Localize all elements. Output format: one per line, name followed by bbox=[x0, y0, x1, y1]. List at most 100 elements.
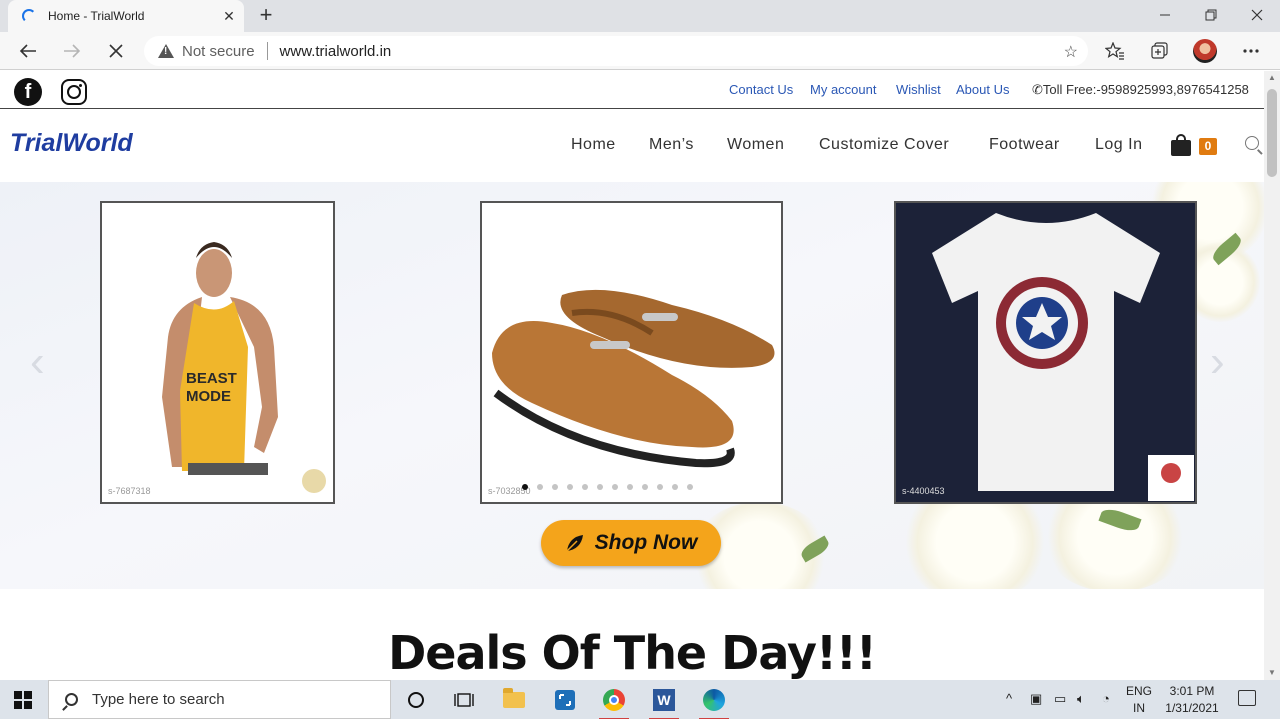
battery-icon[interactable]: ▭ bbox=[1054, 691, 1066, 707]
my-account-link[interactable]: My account bbox=[810, 82, 876, 97]
nav-home[interactable]: Home bbox=[571, 136, 616, 154]
collections-icon[interactable] bbox=[1147, 38, 1173, 64]
url-text[interactable]: www.trialworld.in bbox=[280, 43, 392, 60]
scroll-up-icon[interactable]: ▲ bbox=[1267, 73, 1277, 83]
snipping-tool-icon[interactable] bbox=[548, 684, 582, 716]
taskbar-search-placeholder: Type here to search bbox=[92, 691, 225, 708]
windows-taskbar: Type here to search W ^ ▣ ▭ 🔈︎ ◔ ENG IN … bbox=[0, 680, 1280, 719]
slider-dot-9[interactable] bbox=[642, 484, 648, 490]
language-indicator[interactable]: ENG IN bbox=[1126, 683, 1152, 717]
slider-dot-7[interactable] bbox=[612, 484, 618, 490]
tank-print-line2: MODE bbox=[186, 388, 231, 405]
notification-icon[interactable] bbox=[1238, 690, 1256, 706]
site-logo[interactable]: TrialWorld bbox=[10, 129, 133, 158]
file-explorer-icon[interactable] bbox=[497, 684, 531, 716]
address-separator bbox=[266, 42, 268, 60]
slider-dot-1[interactable] bbox=[522, 484, 528, 490]
tshirt-image bbox=[932, 213, 1194, 501]
wishlist-link[interactable]: Wishlist bbox=[896, 82, 941, 97]
tab-close-icon[interactable]: ✕ bbox=[218, 5, 240, 27]
favorites-icon[interactable] bbox=[1102, 38, 1128, 64]
page-scrollbar[interactable]: ▲ ▼ bbox=[1264, 71, 1280, 680]
word-icon[interactable]: W bbox=[647, 684, 681, 719]
search-icon[interactable] bbox=[1245, 136, 1259, 150]
tab-strip: Home - TrialWorld ✕ + bbox=[0, 0, 1280, 32]
show-hidden-icons[interactable]: ^ bbox=[1006, 691, 1012, 706]
back-arrow-icon[interactable] bbox=[14, 37, 42, 65]
warning-icon bbox=[158, 44, 174, 58]
leaf-icon bbox=[566, 535, 583, 552]
top-info-strip: f Contact Us My account Wishlist About U… bbox=[0, 71, 1264, 109]
slider-dot-4[interactable] bbox=[567, 484, 573, 490]
window-close-icon[interactable] bbox=[1234, 0, 1280, 30]
product-card-loafers[interactable]: s-7032850 bbox=[480, 201, 783, 504]
taskbar-search-box[interactable]: Type here to search bbox=[48, 680, 391, 719]
nav-customize-cover[interactable]: Customize Cover bbox=[819, 136, 949, 154]
product-card-tshirt[interactable]: s-4400453 bbox=[894, 201, 1197, 504]
edge-icon[interactable] bbox=[697, 684, 731, 719]
contact-us-link[interactable]: Contact Us bbox=[729, 82, 793, 97]
search-icon bbox=[65, 693, 78, 706]
slider-dot-6[interactable] bbox=[597, 484, 603, 490]
slider-dot-12[interactable] bbox=[687, 484, 693, 490]
about-us-link[interactable]: About Us bbox=[956, 82, 1009, 97]
loafers-image bbox=[492, 289, 775, 468]
toll-free-text: Toll Free:-9598925993,8976541258 bbox=[1042, 82, 1249, 97]
scrollbar-thumb[interactable] bbox=[1267, 89, 1277, 177]
wifi-icon[interactable]: ◔ bbox=[1102, 691, 1110, 706]
shop-now-button[interactable]: Shop Now bbox=[541, 520, 721, 566]
slider-pagination bbox=[522, 484, 693, 490]
profile-avatar[interactable] bbox=[1193, 39, 1217, 63]
stop-loading-icon[interactable] bbox=[102, 37, 130, 65]
cart-icon[interactable] bbox=[1171, 134, 1193, 156]
region-code: IN bbox=[1133, 701, 1145, 715]
hero-slider: ‹ › BEAST MODE s-7687318 s-7032850 s-440… bbox=[0, 182, 1264, 589]
tank-top-model-image: BEAST MODE bbox=[162, 242, 326, 493]
facebook-icon[interactable]: f bbox=[14, 78, 42, 106]
nav-log-in[interactable]: Log In bbox=[1095, 136, 1142, 154]
slider-dot-5[interactable] bbox=[582, 484, 588, 490]
clock-time: 3:01 PM bbox=[1169, 684, 1215, 698]
more-options-icon[interactable] bbox=[1238, 38, 1264, 64]
add-favorite-icon[interactable]: ☆ bbox=[1064, 42, 1078, 62]
minimize-icon[interactable] bbox=[1142, 0, 1188, 30]
tank-print-line1: BEAST bbox=[186, 370, 237, 387]
chrome-icon[interactable] bbox=[597, 684, 631, 719]
slider-dot-8[interactable] bbox=[627, 484, 633, 490]
instagram-icon[interactable] bbox=[61, 79, 87, 105]
volume-icon[interactable]: 🔈︎ bbox=[1077, 691, 1085, 707]
new-tab-button[interactable]: + bbox=[254, 4, 278, 28]
browser-toolbar: Not secure www.trialworld.in ☆ bbox=[0, 32, 1280, 70]
security-status[interactable]: Not secure bbox=[182, 43, 255, 60]
web-page: f Contact Us My account Wishlist About U… bbox=[0, 71, 1264, 680]
nav-mens[interactable]: Men’s bbox=[649, 136, 694, 154]
slider-next-icon[interactable]: › bbox=[1210, 337, 1225, 387]
tab-home[interactable]: Home - TrialWorld ✕ bbox=[8, 0, 244, 32]
nav-women[interactable]: Women bbox=[727, 136, 784, 154]
meet-now-icon[interactable]: ▣ bbox=[1030, 691, 1042, 707]
cortana-icon[interactable] bbox=[399, 684, 433, 716]
product-code: s-7687318 bbox=[108, 486, 151, 496]
slider-dot-2[interactable] bbox=[537, 484, 543, 490]
restore-icon[interactable] bbox=[1188, 0, 1234, 30]
slider-dot-10[interactable] bbox=[657, 484, 663, 490]
system-clock[interactable]: 3:01 PM 1/31/2021 bbox=[1162, 683, 1222, 717]
product-card-tanktop[interactable]: BEAST MODE s-7687318 bbox=[100, 201, 335, 504]
clock-date: 1/31/2021 bbox=[1165, 701, 1219, 715]
address-bar[interactable]: Not secure www.trialworld.in ☆ bbox=[144, 36, 1088, 66]
site-header: TrialWorld Home Men’s Women Customize Co… bbox=[0, 110, 1264, 182]
slider-prev-icon[interactable]: ‹ bbox=[30, 337, 45, 387]
forward-arrow-icon[interactable] bbox=[58, 37, 86, 65]
toll-free-info: ✆Toll Free:-9598925993,8976541258 bbox=[1032, 82, 1249, 98]
nav-footwear[interactable]: Footwear bbox=[989, 136, 1060, 154]
cart-count-badge: 0 bbox=[1199, 138, 1217, 155]
product-code: s-4400453 bbox=[902, 486, 945, 496]
slider-dot-3[interactable] bbox=[552, 484, 558, 490]
slider-dot-11[interactable] bbox=[672, 484, 678, 490]
loading-spinner-icon bbox=[22, 9, 36, 23]
windows-start-icon[interactable] bbox=[14, 691, 32, 709]
language-code: ENG bbox=[1126, 684, 1153, 698]
task-view-icon[interactable] bbox=[447, 684, 481, 716]
scroll-down-icon[interactable]: ▼ bbox=[1267, 668, 1277, 678]
deals-of-the-day-title: Deals Of The Day!!! bbox=[388, 626, 877, 680]
